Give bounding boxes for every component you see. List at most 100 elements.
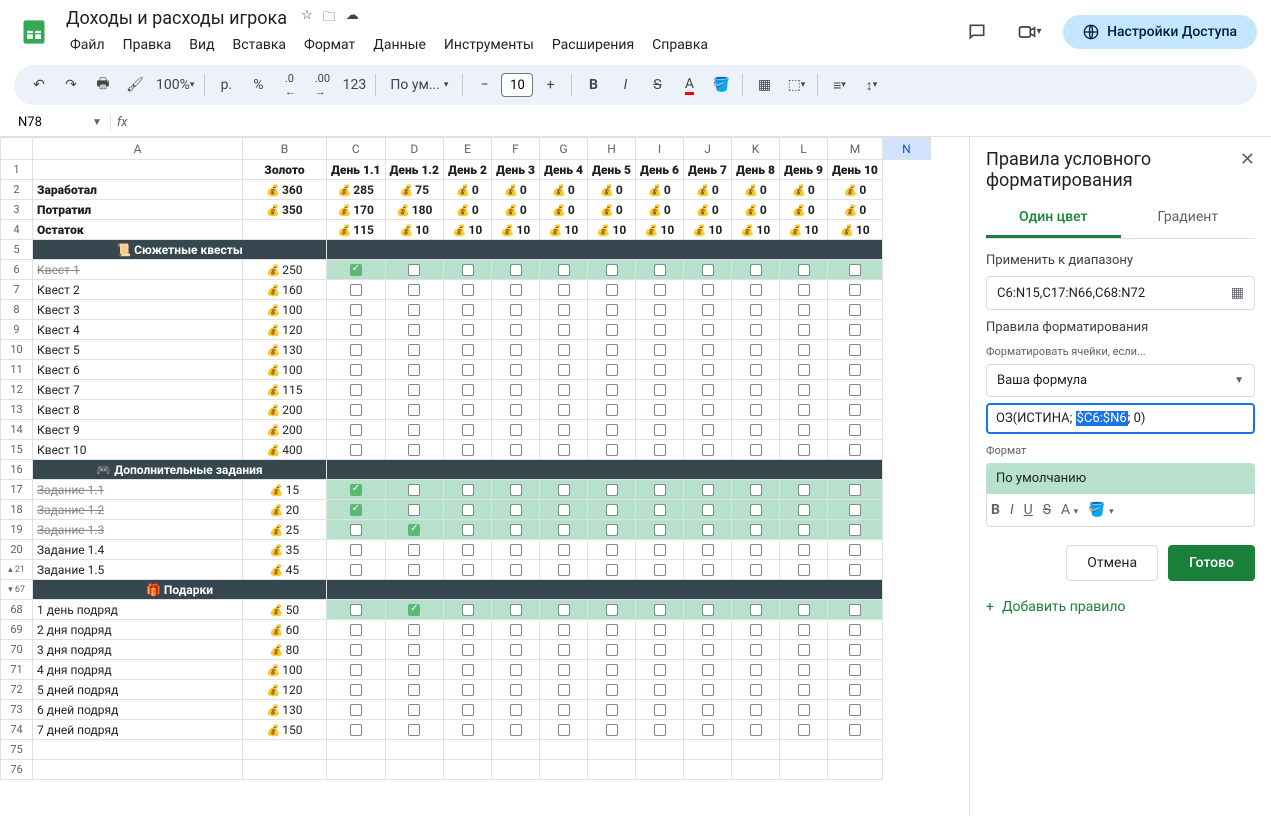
move-icon[interactable]: 🗀 [323,8,336,30]
checkbox[interactable] [798,624,810,636]
checkbox[interactable] [350,264,362,276]
checkbox[interactable] [606,264,618,276]
checkbox[interactable] [350,344,362,356]
checkbox[interactable] [558,604,570,616]
checkbox[interactable] [654,544,666,556]
checkbox[interactable] [750,364,762,376]
checkbox[interactable] [462,704,474,716]
checkbox[interactable] [702,724,714,736]
tab-single-color[interactable]: Один цвет [986,199,1121,238]
checkbox[interactable] [510,384,522,396]
checkbox[interactable] [408,264,420,276]
checkbox[interactable] [750,644,762,656]
checkbox[interactable] [606,604,618,616]
checkbox[interactable] [606,284,618,296]
checkbox[interactable] [606,624,618,636]
checkbox[interactable] [702,684,714,696]
checkbox[interactable] [408,284,420,296]
fontsize-inc[interactable]: + [535,70,565,100]
checkbox[interactable] [558,444,570,456]
checkbox[interactable] [606,564,618,576]
checkbox[interactable] [350,564,362,576]
col-header-G[interactable]: G [540,138,588,160]
checkbox[interactable] [654,284,666,296]
checkbox[interactable] [558,704,570,716]
col-header-L[interactable]: L [780,138,828,160]
col-header-J[interactable]: J [684,138,732,160]
checkbox[interactable] [654,624,666,636]
checkbox[interactable] [510,484,522,496]
italic-icon[interactable]: I [1010,502,1014,518]
checkbox[interactable] [408,344,420,356]
checkbox[interactable] [654,684,666,696]
checkbox[interactable] [849,604,861,616]
checkbox[interactable] [606,484,618,496]
checkbox[interactable] [558,484,570,496]
checkbox[interactable] [849,544,861,556]
checkbox[interactable] [462,304,474,316]
checkbox[interactable] [510,704,522,716]
checkbox[interactable] [462,364,474,376]
checkbox[interactable] [558,264,570,276]
checkbox[interactable] [558,684,570,696]
checkbox[interactable] [510,264,522,276]
col-header-B[interactable]: B [243,138,327,160]
checkbox[interactable] [750,264,762,276]
checkbox[interactable] [558,284,570,296]
checkbox[interactable] [798,684,810,696]
checkbox[interactable] [702,504,714,516]
checkbox[interactable] [849,484,861,496]
cloud-icon[interactable]: ☁ [346,8,359,30]
checkbox[interactable] [849,564,861,576]
checkbox[interactable] [350,604,362,616]
fill-color-button[interactable]: 🪣 [706,70,736,100]
redo-icon[interactable]: ↷ [56,70,86,100]
checkbox[interactable] [606,324,618,336]
menu-Данные[interactable]: Данные [365,33,434,57]
namebox-input[interactable] [14,113,84,132]
col-header-I[interactable]: I [636,138,684,160]
fill-color-icon[interactable]: 🪣 ▾ [1088,502,1113,518]
align-button[interactable]: ≡ ▾ [824,70,854,100]
checkbox[interactable] [849,724,861,736]
checkbox[interactable] [350,724,362,736]
checkbox[interactable] [350,524,362,536]
checkbox[interactable] [510,544,522,556]
checkbox[interactable] [510,644,522,656]
fontsize-input[interactable] [501,73,533,97]
checkbox[interactable] [750,604,762,616]
formula-input[interactable]: ОЗ(ИСТИНА; $C6:$N6; 0) [986,403,1255,434]
checkbox[interactable] [558,664,570,676]
checkbox[interactable] [849,664,861,676]
checkbox[interactable] [408,664,420,676]
checkbox[interactable] [606,404,618,416]
checkbox[interactable] [654,404,666,416]
checkbox[interactable] [558,564,570,576]
checkbox[interactable] [558,724,570,736]
checkbox[interactable] [750,384,762,396]
col-header-E[interactable]: E [444,138,492,160]
checkbox[interactable] [849,644,861,656]
checkbox[interactable] [558,324,570,336]
checkbox[interactable] [702,564,714,576]
checkbox[interactable] [702,384,714,396]
checkbox[interactable] [408,524,420,536]
checkbox[interactable] [798,444,810,456]
checkbox[interactable] [558,624,570,636]
col-header-A[interactable]: A [33,138,243,160]
checkbox[interactable] [654,304,666,316]
checkbox[interactable] [798,504,810,516]
checkbox[interactable] [750,704,762,716]
checkbox[interactable] [408,364,420,376]
checkbox[interactable] [702,264,714,276]
col-header-N[interactable]: N [882,138,930,160]
checkbox[interactable] [462,644,474,656]
checkbox[interactable] [702,704,714,716]
checkbox[interactable] [510,604,522,616]
checkbox[interactable] [462,264,474,276]
checkbox[interactable] [654,324,666,336]
checkbox[interactable] [510,444,522,456]
checkbox[interactable] [654,644,666,656]
checkbox[interactable] [750,504,762,516]
text-color-button[interactable]: A [674,70,704,100]
